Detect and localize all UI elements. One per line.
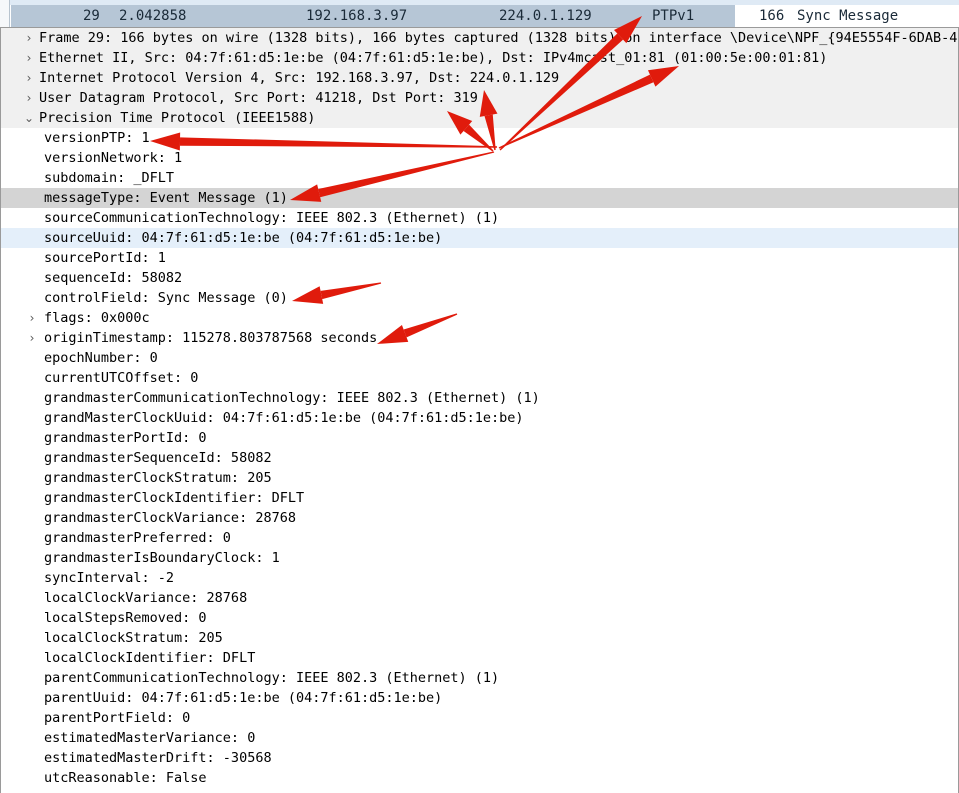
packet-info-cell: Sync Message xyxy=(797,8,899,24)
detail-tree-row[interactable]: › Frame 29: 166 bytes on wire (1328 bits)… xyxy=(1,28,958,48)
detail-tree-row-label: estimatedMasterDrift: -30568 xyxy=(44,750,272,766)
detail-tree-row-label: subdomain: _DFLT xyxy=(44,170,175,186)
detail-tree-row[interactable]: parentCommunicationTechnology: IEEE 802.… xyxy=(1,668,958,688)
detail-tree-row-label: sourceUuid: 04:7f:61:d5:1e:be (04:7f:61:… xyxy=(44,230,443,246)
detail-tree-row-label: grandmasterIsBoundaryClock: 1 xyxy=(44,550,280,566)
detail-tree-row[interactable]: localClockStratum: 205 xyxy=(1,628,958,648)
detail-tree-row[interactable]: parentUuid: 04:7f:61:d5:1e:be (04:7f:61:… xyxy=(1,688,958,708)
detail-tree-row[interactable]: grandmasterPreferred: 0 xyxy=(1,528,958,548)
detail-tree-row-label: localClockIdentifier: DFLT xyxy=(44,650,256,666)
detail-tree-row[interactable]: localClockIdentifier: DFLT xyxy=(1,648,958,668)
detail-tree-row[interactable]: sourcePortId: 1 xyxy=(1,248,958,268)
detail-tree-row[interactable]: epochNumber: 0 xyxy=(1,348,958,368)
detail-tree-row[interactable]: grandmasterCommunicationTechnology: IEEE… xyxy=(1,388,958,408)
detail-tree-row[interactable]: syncInterval: -2 xyxy=(1,568,958,588)
packet-length-cell: 166 xyxy=(759,8,785,24)
detail-tree-row[interactable]: subdomain: _DFLT xyxy=(1,168,958,188)
detail-tree-row[interactable]: controlField: Sync Message (0) xyxy=(1,288,958,308)
detail-tree-row-label: localStepsRemoved: 0 xyxy=(44,610,207,626)
detail-tree-row-label: versionNetwork: 1 xyxy=(44,150,183,166)
detail-tree-row[interactable]: versionNetwork: 1 xyxy=(1,148,958,168)
packet-time-cell: 2.042858 xyxy=(119,8,187,24)
detail-tree-row[interactable]: › User Datagram Protocol, Src Port: 41218… xyxy=(1,88,958,108)
detail-tree-row[interactable]: sourceCommunicationTechnology: IEEE 802.… xyxy=(1,208,958,228)
chevron-right-icon[interactable]: › xyxy=(25,328,39,348)
detail-tree-row-label: localClockStratum: 205 xyxy=(44,630,223,646)
detail-tree-row-label: grandmasterClockStratum: 205 xyxy=(44,470,272,486)
detail-tree-row[interactable]: grandmasterSequenceId: 58082 xyxy=(1,448,958,468)
chevron-down-icon[interactable]: ⌄ xyxy=(22,108,36,128)
detail-tree-row[interactable]: › Ethernet II, Src: 04:7f:61:d5:1e:be (04… xyxy=(1,48,958,68)
detail-tree-row[interactable]: messageType: Event Message (1) xyxy=(1,188,958,208)
detail-tree-row-label: localClockVariance: 28768 xyxy=(44,590,248,606)
packet-list-gutter xyxy=(0,0,10,27)
detail-tree-row[interactable]: utcReasonable: False xyxy=(1,768,958,788)
chevron-right-icon[interactable]: › xyxy=(22,68,36,88)
detail-tree-row-label: grandmasterSequenceId: 58082 xyxy=(44,450,272,466)
packet-protocol-cell: PTPv1 xyxy=(652,8,695,24)
packet-destination-cell: 224.0.1.129 xyxy=(499,8,592,24)
detail-tree-row[interactable]: sourceUuid: 04:7f:61:d5:1e:be (04:7f:61:… xyxy=(1,228,958,248)
detail-tree-row-label: grandmasterPortId: 0 xyxy=(44,430,207,446)
chevron-right-icon[interactable]: › xyxy=(22,88,36,108)
detail-tree-row-label: User Datagram Protocol, Src Port: 41218,… xyxy=(39,90,478,106)
detail-tree-row-label: Precision Time Protocol (IEEE1588) xyxy=(39,110,316,126)
detail-tree-row-label: controlField: Sync Message (0) xyxy=(44,290,288,306)
detail-tree-row-label: grandMasterClockUuid: 04:7f:61:d5:1e:be … xyxy=(44,410,524,426)
wireshark-packet-detail-view: 29 2.042858 192.168.3.97 224.0.1.129 PTP… xyxy=(0,0,959,793)
packet-list-pane: 29 2.042858 192.168.3.97 224.0.1.129 PTP… xyxy=(0,0,959,28)
detail-tree-row[interactable]: localClockVariance: 28768 xyxy=(1,588,958,608)
detail-tree-row-label: flags: 0x000c xyxy=(44,310,150,326)
detail-tree-row[interactable]: › flags: 0x000c xyxy=(1,308,958,328)
detail-tree-row[interactable]: › originTimestamp: 115278.803787568 secon… xyxy=(1,328,958,348)
chevron-right-icon[interactable]: › xyxy=(22,28,36,48)
detail-tree-row-label: utcReasonable: False xyxy=(44,770,207,786)
detail-tree-row-label: parentPortField: 0 xyxy=(44,710,191,726)
detail-tree-row-label: Internet Protocol Version 4, Src: 192.16… xyxy=(39,70,560,86)
detail-tree-row[interactable]: ⌄ Precision Time Protocol (IEEE1588) xyxy=(1,108,958,128)
detail-tree-row[interactable]: estimatedMasterDrift: -30568 xyxy=(1,748,958,768)
detail-tree-row[interactable]: grandmasterClockVariance: 28768 xyxy=(1,508,958,528)
packet-list-row-selected[interactable]: 29 2.042858 192.168.3.97 224.0.1.129 PTP… xyxy=(11,5,898,27)
detail-tree-row[interactable]: grandmasterIsBoundaryClock: 1 xyxy=(1,548,958,568)
detail-tree-row[interactable]: estimatedMasterVariance: 0 xyxy=(1,728,958,748)
chevron-right-icon[interactable]: › xyxy=(25,308,39,328)
detail-tree-row-label: grandmasterClockVariance: 28768 xyxy=(44,510,296,526)
detail-tree-row-label: parentUuid: 04:7f:61:d5:1e:be (04:7f:61:… xyxy=(44,690,443,706)
detail-tree-row-label: grandmasterPreferred: 0 xyxy=(44,530,231,546)
detail-tree-row-label: estimatedMasterVariance: 0 xyxy=(44,730,256,746)
detail-tree-row-label: originTimestamp: 115278.803787568 second… xyxy=(44,330,378,346)
detail-tree-row[interactable]: grandmasterClockIdentifier: DFLT xyxy=(1,488,958,508)
detail-tree-row-label: syncInterval: -2 xyxy=(44,570,175,586)
detail-tree-row[interactable]: grandmasterPortId: 0 xyxy=(1,428,958,448)
detail-tree-row-label: epochNumber: 0 xyxy=(44,350,158,366)
chevron-right-icon[interactable]: › xyxy=(22,48,36,68)
detail-tree-row-label: sourceCommunicationTechnology: IEEE 802.… xyxy=(44,210,500,226)
detail-tree-row-label: grandmasterClockIdentifier: DFLT xyxy=(44,490,305,506)
detail-tree-row[interactable]: grandMasterClockUuid: 04:7f:61:d5:1e:be … xyxy=(1,408,958,428)
detail-tree-row[interactable]: versionPTP: 1 xyxy=(1,128,958,148)
detail-tree-row[interactable]: › Internet Protocol Version 4, Src: 192.1… xyxy=(1,68,958,88)
detail-tree-row-label: parentCommunicationTechnology: IEEE 802.… xyxy=(44,670,500,686)
detail-tree-row-label: versionPTP: 1 xyxy=(44,130,150,146)
packet-no-cell: 29 xyxy=(83,8,100,24)
detail-tree-row[interactable]: localStepsRemoved: 0 xyxy=(1,608,958,628)
detail-tree-row-label: messageType: Event Message (1) xyxy=(44,190,288,206)
detail-tree-row[interactable]: parentPortField: 0 xyxy=(1,708,958,728)
detail-tree-row[interactable]: sequenceId: 58082 xyxy=(1,268,958,288)
detail-tree-row-label: currentUTCOffset: 0 xyxy=(44,370,199,386)
detail-tree-row-label: sourcePortId: 1 xyxy=(44,250,166,266)
detail-tree-row-label: grandmasterCommunicationTechnology: IEEE… xyxy=(44,390,540,406)
detail-tree-row-label: sequenceId: 58082 xyxy=(44,270,183,286)
detail-tree-row[interactable]: currentUTCOffset: 0 xyxy=(1,368,958,388)
packet-detail-tree[interactable]: › Frame 29: 166 bytes on wire (1328 bits)… xyxy=(0,28,959,793)
packet-source-cell: 192.168.3.97 xyxy=(306,8,408,24)
detail-tree-row-label: Ethernet II, Src: 04:7f:61:d5:1e:be (04:… xyxy=(39,50,828,66)
detail-tree-row[interactable]: grandmasterClockStratum: 205 xyxy=(1,468,958,488)
detail-tree-row-label: Frame 29: 166 bytes on wire (1328 bits),… xyxy=(39,30,959,46)
